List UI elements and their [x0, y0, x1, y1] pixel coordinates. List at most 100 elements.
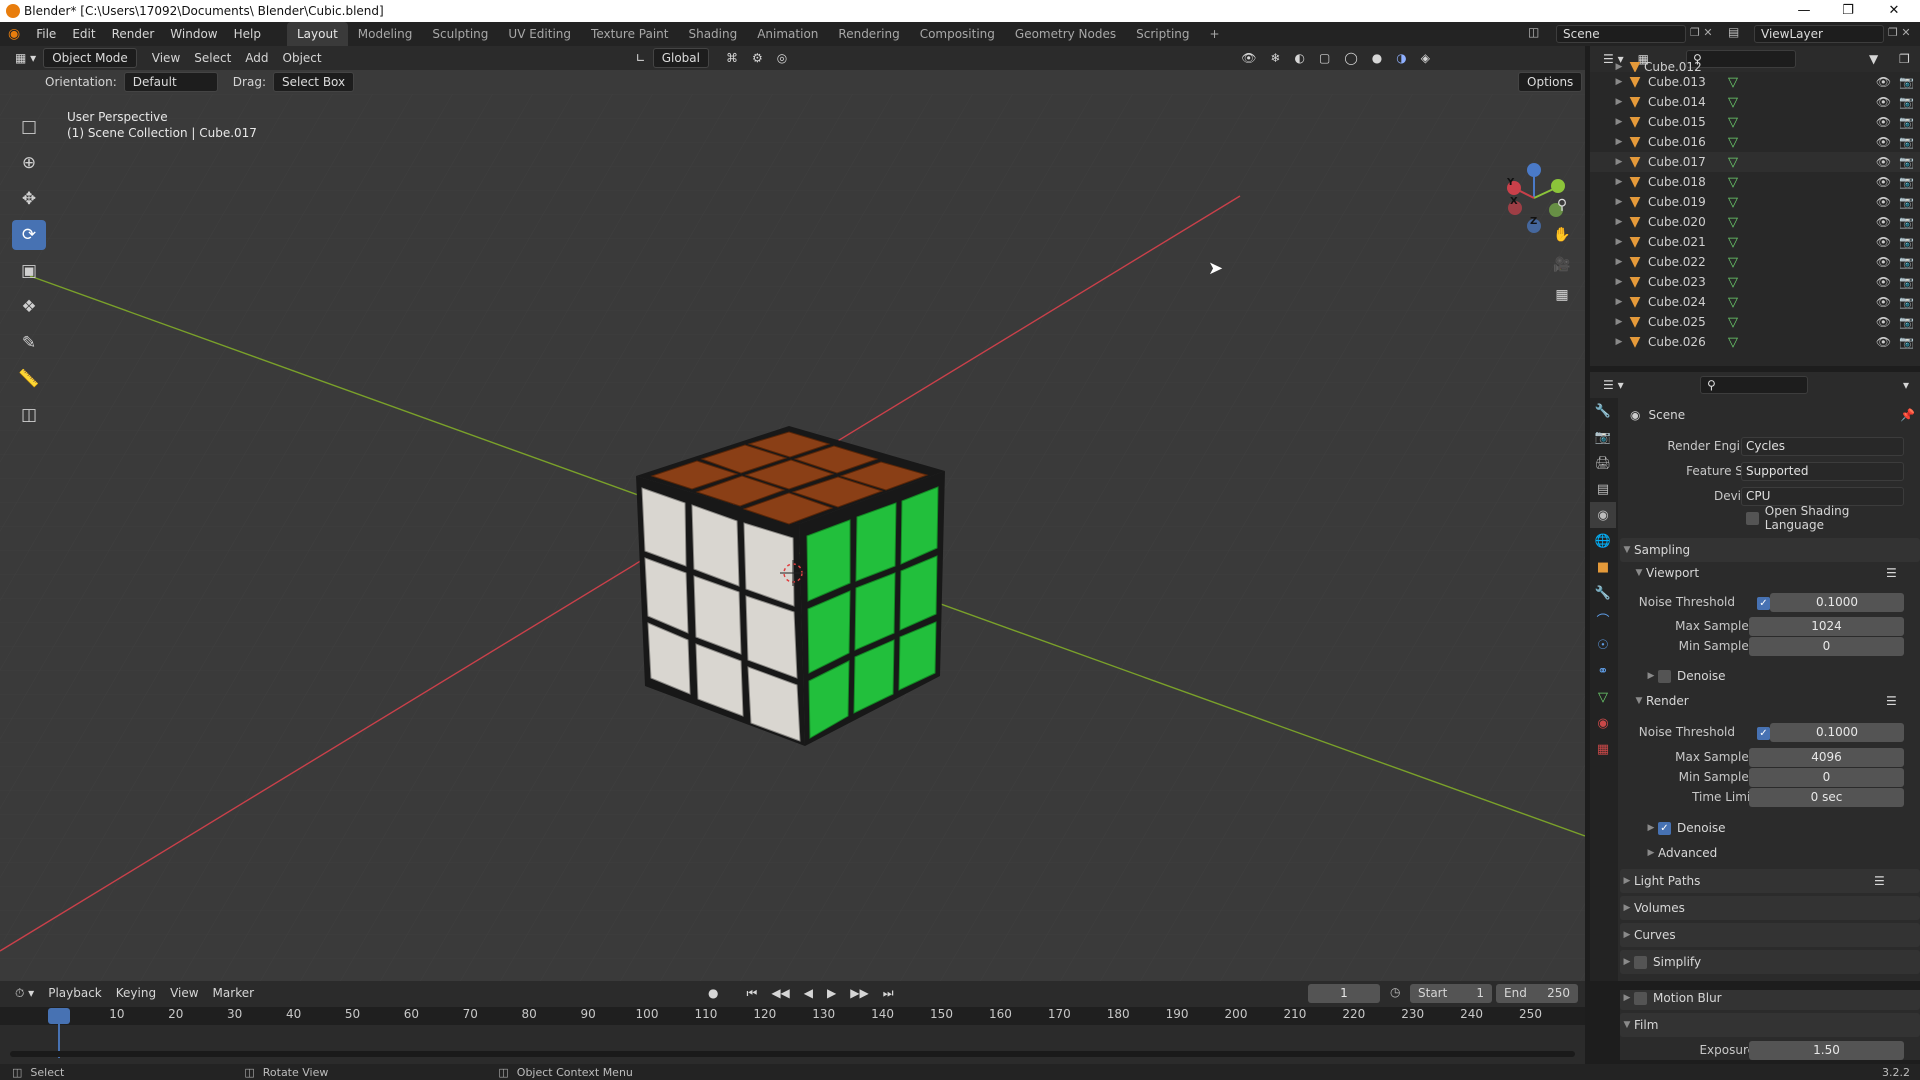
- menu-view[interactable]: View: [145, 48, 187, 68]
- transform-orientation-dropdown[interactable]: Global: [652, 48, 709, 68]
- orientation-dropdown[interactable]: Default: [123, 72, 218, 92]
- properties-options-icon[interactable]: ▾: [1896, 375, 1916, 395]
- particles-tab-icon[interactable]: ⌒: [1590, 606, 1616, 632]
- outliner-row[interactable]: ▶ ▼ Cube.018 ▽ 👁 📷: [1590, 172, 1920, 192]
- expand-icon[interactable]: ▶: [1612, 97, 1626, 107]
- minimize-button[interactable]: —: [1784, 0, 1824, 22]
- advanced-subsection[interactable]: ▶ Advanced: [1644, 843, 1920, 863]
- camera-icon[interactable]: 📷: [1899, 115, 1914, 129]
- expand-icon[interactable]: ▶: [1612, 257, 1626, 267]
- add-workspace-button[interactable]: +: [1200, 22, 1230, 46]
- world-tab-icon[interactable]: 🌐: [1590, 528, 1616, 554]
- camera-icon[interactable]: 📷: [1899, 275, 1914, 289]
- texture-tab-icon[interactable]: ▦: [1590, 736, 1616, 762]
- expand-icon[interactable]: ▶: [1612, 177, 1626, 187]
- pin-icon[interactable]: 📌: [1900, 408, 1915, 422]
- eye-icon[interactable]: 👁: [1876, 215, 1891, 229]
- camera-icon[interactable]: 📷: [1899, 175, 1914, 189]
- outliner-row[interactable]: ▶ ▼ Cube.022 ▽ 👁 📷: [1590, 252, 1920, 272]
- light-paths-section[interactable]: ▶ Light Paths ☰: [1620, 869, 1920, 893]
- mesh-data-icon[interactable]: ▽: [1728, 255, 1738, 270]
- shading-rendered-icon[interactable]: ◈: [1414, 48, 1437, 68]
- exposure-field[interactable]: 1.50: [1749, 1040, 1904, 1060]
- render-engine-dropdown[interactable]: Cycles: [1741, 436, 1904, 456]
- mesh-data-icon[interactable]: ▽: [1728, 155, 1738, 170]
- proportional-editing-icon[interactable]: ◎: [770, 48, 794, 68]
- move-icon[interactable]: ✥: [12, 184, 46, 214]
- tab-geometry-nodes[interactable]: Geometry Nodes: [1005, 22, 1126, 46]
- mesh-data-icon[interactable]: ▽: [1728, 195, 1738, 210]
- new-view-layer-icon[interactable]: ❐ ✕: [1888, 26, 1911, 39]
- mesh-data-icon[interactable]: ▽: [1728, 175, 1738, 190]
- tab-compositing[interactable]: Compositing: [910, 22, 1005, 46]
- viewport-max-samples-field[interactable]: 1024: [1749, 616, 1904, 636]
- add-cube-icon[interactable]: ◫: [12, 400, 46, 430]
- expand-icon[interactable]: ▶: [1612, 237, 1626, 247]
- viewport-noise-threshold-field[interactable]: 0.1000: [1770, 592, 1904, 612]
- cursor-icon[interactable]: ⊕: [12, 148, 46, 178]
- eye-icon[interactable]: 👁: [1876, 175, 1891, 189]
- blender-menu-icon[interactable]: ◉: [0, 22, 28, 46]
- object-tab-icon[interactable]: ■: [1590, 554, 1616, 580]
- eye-icon[interactable]: 👁: [1876, 155, 1891, 169]
- editor-type-icon[interactable]: ▦ ▾: [8, 48, 43, 68]
- mesh-data-icon[interactable]: ▽: [1728, 115, 1738, 130]
- camera-icon[interactable]: 📷: [1899, 255, 1914, 269]
- sampling-section[interactable]: ▼ Sampling: [1620, 538, 1920, 562]
- viewport-subsection[interactable]: ▼ Viewport ☰: [1632, 563, 1920, 583]
- render-denoise-checkbox[interactable]: ✓: [1658, 821, 1671, 835]
- viewport-noise-checkbox[interactable]: ✓: [1757, 596, 1770, 610]
- mesh-data-icon[interactable]: ▽: [1728, 75, 1738, 90]
- mesh-data-icon[interactable]: ▽: [1728, 215, 1738, 230]
- camera-icon[interactable]: 📷: [1899, 335, 1914, 349]
- menu-add[interactable]: Add: [238, 48, 275, 68]
- expand-icon[interactable]: ▶: [1612, 197, 1626, 207]
- eye-icon[interactable]: 👁: [1876, 335, 1891, 349]
- expand-icon[interactable]: ▶: [1612, 137, 1626, 147]
- outliner-row[interactable]: ▶ ▼ Cube.020 ▽ 👁 📷: [1590, 212, 1920, 232]
- pivot-point-icon[interactable]: ⌘: [719, 48, 745, 68]
- expand-icon[interactable]: ▶: [1612, 157, 1626, 167]
- tab-scripting[interactable]: Scripting: [1126, 22, 1199, 46]
- timeline-scrollbar[interactable]: [10, 1051, 1575, 1057]
- mesh-data-icon[interactable]: ▽: [1728, 95, 1738, 110]
- eye-icon[interactable]: 👁: [1876, 195, 1891, 209]
- select-box-icon[interactable]: □: [12, 112, 46, 142]
- render-noise-checkbox[interactable]: ✓: [1757, 726, 1770, 740]
- eye-icon[interactable]: 👁: [1876, 115, 1891, 129]
- expand-icon[interactable]: ▶: [1612, 117, 1626, 127]
- expand-icon[interactable]: ▶: [1612, 277, 1626, 287]
- eye-icon[interactable]: 👁: [1876, 275, 1891, 289]
- outliner-row[interactable]: ▶ ▼ Cube.025 ▽ 👁 📷: [1590, 312, 1920, 332]
- eye-icon[interactable]: 👁: [1876, 135, 1891, 149]
- scene-selector[interactable]: Scene: [1556, 25, 1686, 43]
- visibility-icon[interactable]: 👁: [1234, 48, 1263, 68]
- material-tab-icon[interactable]: ◉: [1590, 710, 1616, 736]
- gizmo-toggle-icon[interactable]: ❄: [1263, 48, 1287, 68]
- camera-icon[interactable]: 📷: [1899, 315, 1914, 329]
- outliner-row[interactable]: ▶ ▼ Cube.026 ▽ 👁 📷: [1590, 332, 1920, 352]
- outliner-row[interactable]: ▶ ▼ Cube.014 ▽ 👁 📷: [1590, 92, 1920, 112]
- output-tab-icon[interactable]: 🖨: [1590, 450, 1616, 476]
- render-noise-threshold-field[interactable]: 0.1000: [1770, 722, 1904, 742]
- tab-modeling[interactable]: Modeling: [348, 22, 423, 46]
- camera-icon[interactable]: 📷: [1899, 295, 1914, 309]
- view-layer-selector[interactable]: ViewLayer: [1754, 25, 1884, 43]
- rotate-icon[interactable]: ⟳: [12, 220, 46, 250]
- playhead[interactable]: [48, 1008, 70, 1024]
- measure-icon[interactable]: 📏: [12, 364, 46, 394]
- eye-icon[interactable]: 👁: [1876, 315, 1891, 329]
- zoom-icon[interactable]: ⚲: [1549, 192, 1575, 218]
- options-dropdown[interactable]: Options: [1518, 72, 1583, 92]
- outliner-row[interactable]: ▶ ▼ Cube.021 ▽ 👁 📷: [1590, 232, 1920, 252]
- annotate-icon[interactable]: ✎: [12, 328, 46, 358]
- camera-icon[interactable]: 📷: [1899, 215, 1914, 229]
- film-section[interactable]: ▼ Film: [1620, 1013, 1920, 1037]
- eye-icon[interactable]: 👁: [1876, 255, 1891, 269]
- device-dropdown[interactable]: CPU: [1741, 486, 1904, 506]
- motion-blur-checkbox[interactable]: [1634, 991, 1647, 1005]
- viewport-min-samples-field[interactable]: 0: [1749, 636, 1904, 656]
- scale-icon[interactable]: ▣: [12, 256, 46, 286]
- xray-icon[interactable]: ▢: [1312, 48, 1337, 68]
- render-min-samples-field[interactable]: 0: [1749, 767, 1904, 787]
